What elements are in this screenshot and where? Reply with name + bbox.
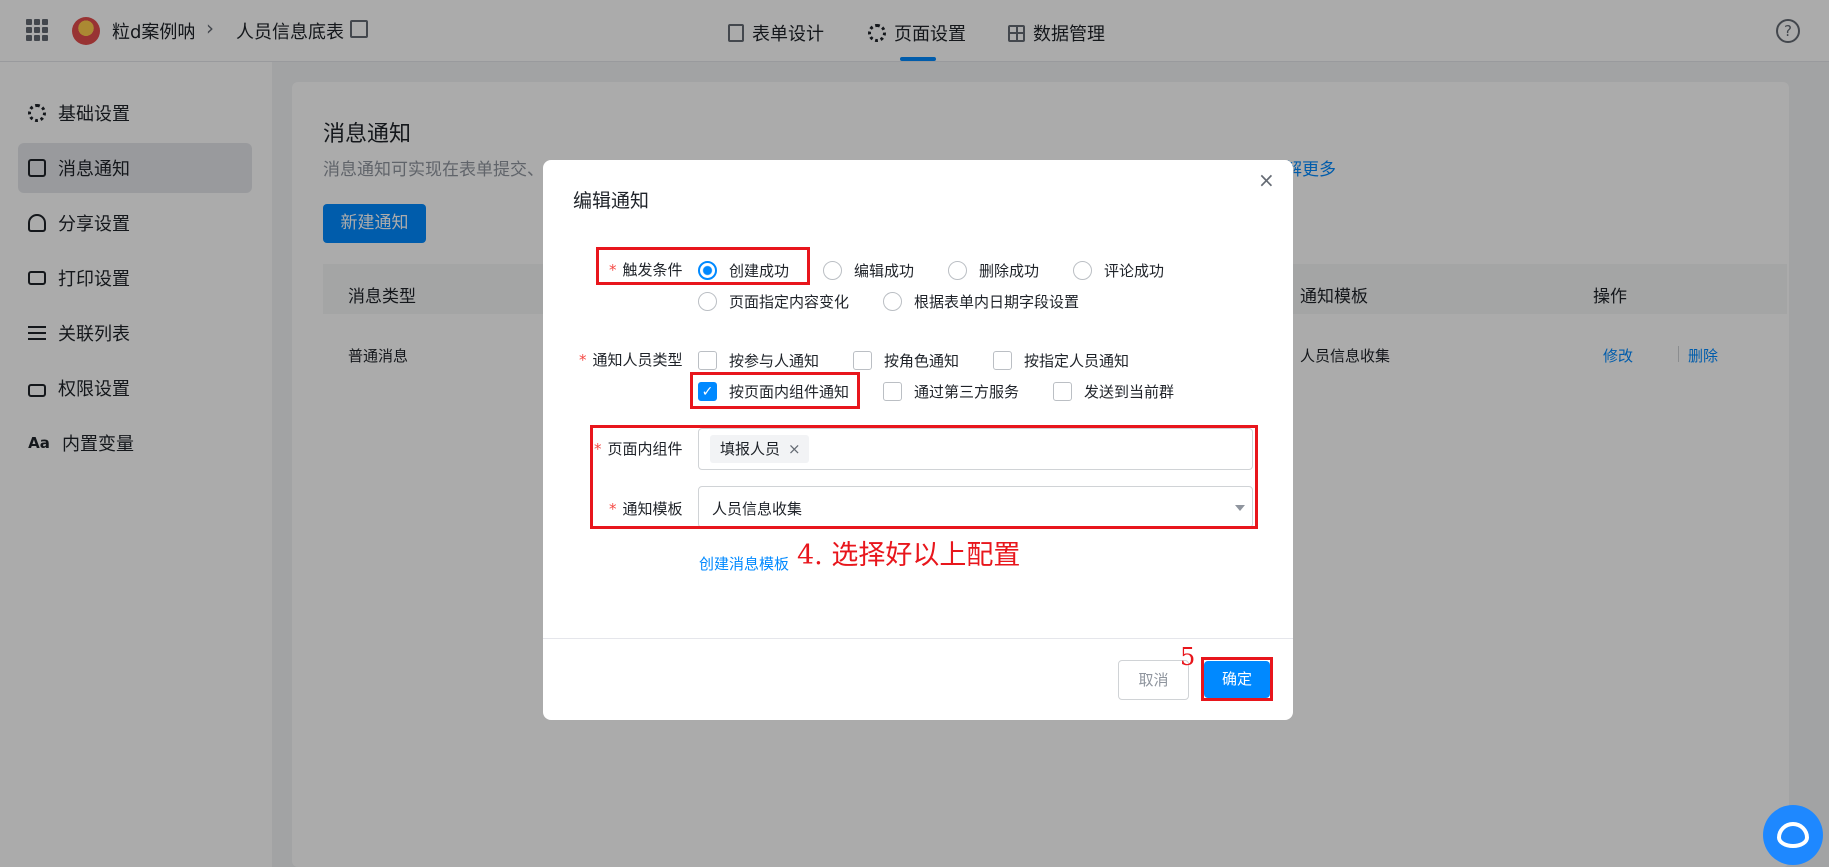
checkbox[interactable] [853,351,872,370]
recipient-option-participant[interactable]: 按参与人通知 [698,350,819,371]
option-label: 按指定人员通知 [1024,352,1130,370]
option-label: 发送到当前群 [1084,383,1175,401]
recipient-option-specified[interactable]: 按指定人员通知 [993,350,1129,371]
trigger-option-edit[interactable]: 编辑成功 [823,260,914,281]
annotation-box-confirm [1201,657,1273,701]
annotation-box-component-option [690,372,860,409]
support-chat-button[interactable] [1763,805,1823,865]
trigger-option-comment[interactable]: 评论成功 [1073,260,1164,281]
recipient-option-current-group[interactable]: 发送到当前群 [1053,381,1174,402]
option-label: 通过第三方服务 [914,383,1020,401]
option-label: 删除成功 [979,262,1040,280]
dialog-footer-divider [543,638,1293,639]
option-label: 编辑成功 [854,262,915,280]
radio[interactable] [1073,261,1092,280]
option-label: 页面指定内容变化 [729,293,850,311]
checkbox[interactable] [1053,382,1072,401]
option-label: 评论成功 [1104,262,1165,280]
dialog-title: 编辑通知 [573,190,650,212]
annotation-box-trigger [596,247,810,285]
annotation-step-4: 4. 选择好以上配置 [797,540,1021,571]
required-mark: * [579,351,587,369]
option-label: 按角色通知 [884,352,960,370]
radio[interactable] [698,292,717,311]
option-label: 按参与人通知 [729,352,820,370]
headset-icon [1777,822,1809,848]
checkbox[interactable] [883,382,902,401]
option-label: 根据表单内日期字段设置 [914,293,1080,311]
checkbox[interactable] [993,351,1012,370]
close-icon[interactable]: × [1258,168,1275,192]
recipient-type-label: * 通知人员类型 [579,349,683,370]
radio[interactable] [823,261,842,280]
checkbox[interactable] [698,351,717,370]
radio[interactable] [948,261,967,280]
radio[interactable] [883,292,902,311]
annotation-step-5: 5 [1180,643,1196,671]
recipient-option-role[interactable]: 按角色通知 [853,350,959,371]
trigger-option-date-field[interactable]: 根据表单内日期字段设置 [883,291,1079,312]
annotation-box-fields [590,425,1258,529]
cancel-button[interactable]: 取消 [1118,660,1189,700]
trigger-option-delete[interactable]: 删除成功 [948,260,1039,281]
create-template-link[interactable]: 创建消息模板 [699,553,789,574]
recipient-option-third-party[interactable]: 通过第三方服务 [883,381,1019,402]
recipient-type-label-text: 通知人员类型 [592,351,683,369]
trigger-option-content-change[interactable]: 页面指定内容变化 [698,291,849,312]
